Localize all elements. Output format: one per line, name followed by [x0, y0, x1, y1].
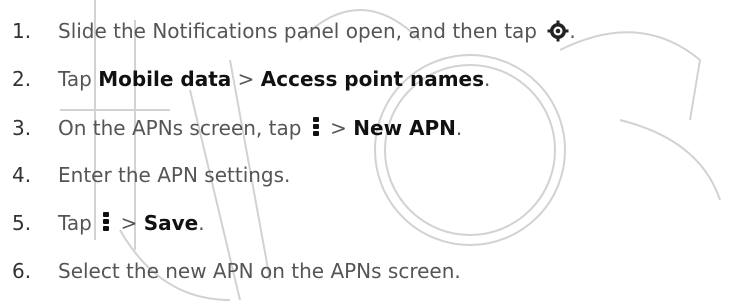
- ui-label-access-point-names: Access point names: [260, 67, 485, 91]
- ui-label-save: Save: [143, 211, 199, 235]
- step-1: 1. Slide the Notifications panel open, a…: [0, 14, 734, 48]
- step-number: 2.: [12, 67, 32, 91]
- ui-label-new-apn: New APN: [353, 116, 456, 140]
- gear-icon: [547, 18, 569, 52]
- step-4: 4. Enter the APN settings.: [0, 158, 734, 192]
- step-number: 6.: [12, 259, 32, 283]
- step-2: 2. Tap Mobile data > Access point names.: [0, 62, 734, 96]
- step-number: 1.: [12, 19, 32, 43]
- step-5: 5. Tap > Save.: [0, 206, 734, 240]
- more-vert-icon: [102, 212, 110, 233]
- step-text: Select the new APN on the APNs screen.: [58, 259, 461, 283]
- step-number: 3.: [12, 116, 32, 140]
- step-text: Tap > Save.: [58, 211, 205, 235]
- ui-label-mobile-data: Mobile data: [98, 67, 232, 91]
- step-text: Tap Mobile data > Access point names.: [58, 67, 491, 91]
- step-3: 3. On the APNs screen, tap > New APN.: [0, 111, 734, 145]
- step-text: On the APNs screen, tap > New APN.: [58, 116, 463, 140]
- step-number: 5.: [12, 211, 32, 235]
- step-number: 4.: [12, 163, 32, 187]
- step-6: 6. Select the new APN on the APNs screen…: [0, 254, 734, 288]
- step-text: Slide the Notifications panel open, and …: [58, 14, 576, 52]
- more-vert-icon: [312, 117, 320, 138]
- step-text: Enter the APN settings.: [58, 163, 291, 187]
